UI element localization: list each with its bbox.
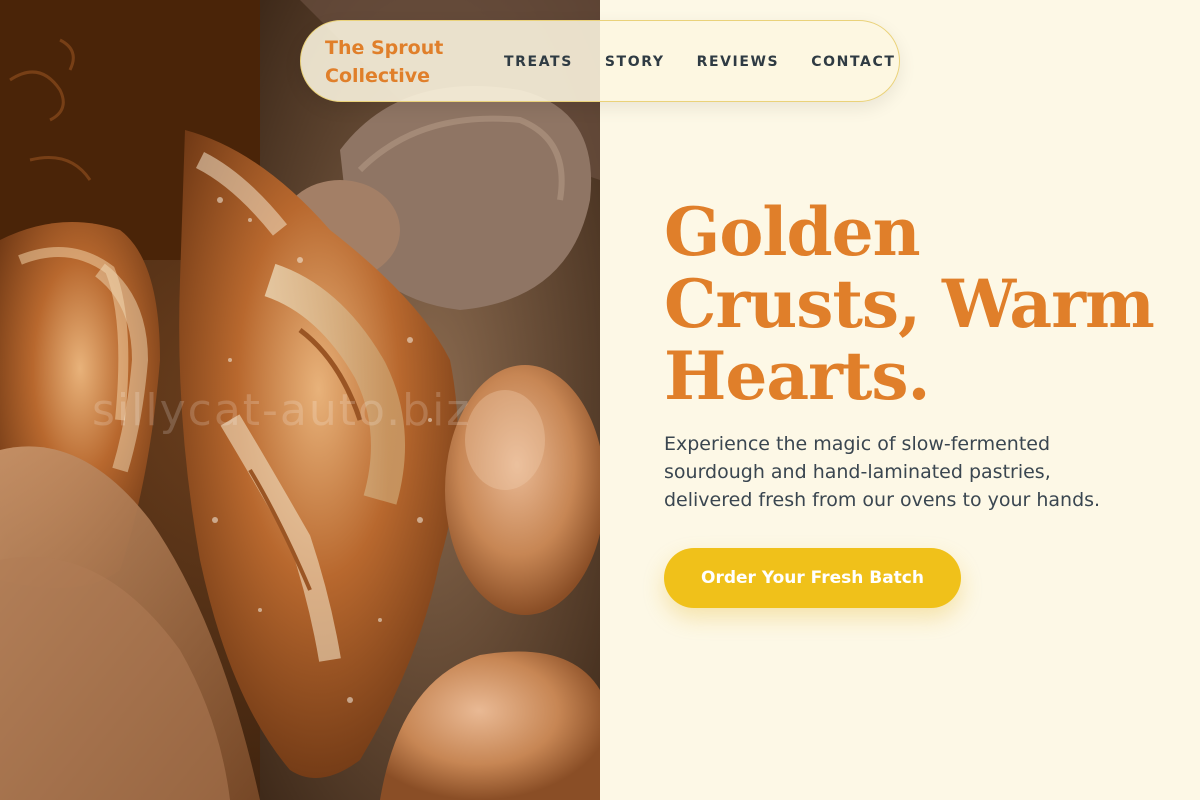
order-fresh-batch-button[interactable]: Order Your Fresh Batch — [664, 548, 961, 608]
hero-description: Experience the magic of slow-fermented s… — [664, 433, 1101, 511]
nav-link-contact[interactable]: CONTACT — [811, 54, 895, 70]
nav-link-story[interactable]: STORY — [605, 54, 665, 70]
nav-links: TREATS STORY REVIEWS CONTACT — [504, 21, 895, 103]
hero-section: Golden Crusts, Warm Hearts. Experience t… — [664, 196, 1164, 514]
top-nav: The Sprout Collective TREATS STORY REVIE… — [300, 20, 900, 102]
watermark: sillycat-auto.biz — [92, 385, 472, 436]
nav-link-treats[interactable]: TREATS — [504, 54, 573, 70]
hero-title: Golden Crusts, Warm Hearts. — [664, 193, 1155, 415]
nav-link-reviews[interactable]: REVIEWS — [697, 54, 780, 70]
hero-bread-photo: sillycat-auto.biz — [0, 0, 600, 800]
brand-logo-text[interactable]: The Sprout Collective — [325, 34, 475, 90]
